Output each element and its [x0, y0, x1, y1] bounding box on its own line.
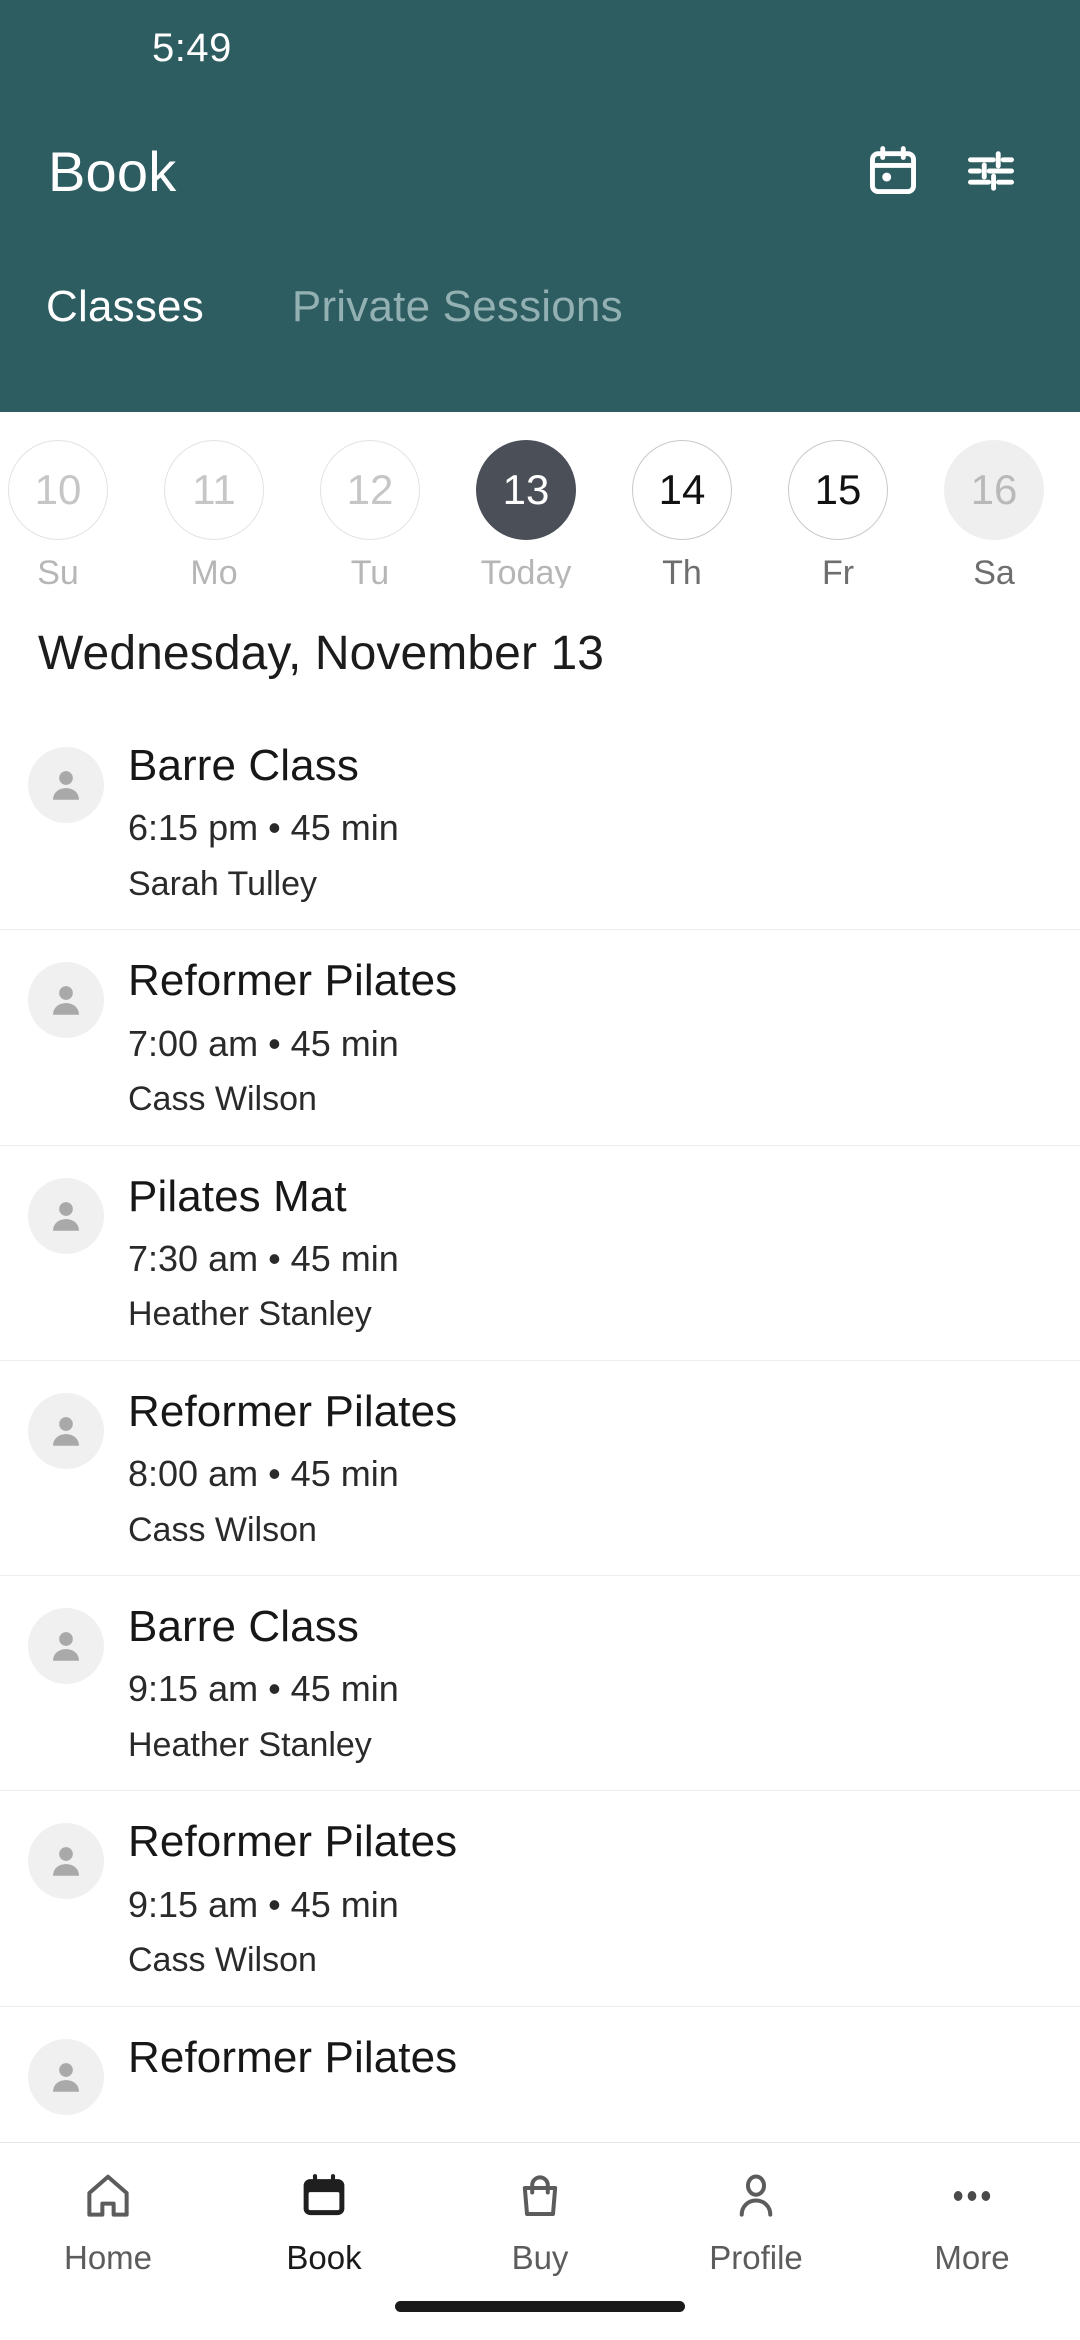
bag-icon	[514, 2165, 566, 2227]
date-chip-label: Su	[37, 554, 79, 588]
nav-item-home[interactable]: Home	[0, 2165, 216, 2277]
class-list[interactable]: Barre Class 6:15 pm • 45 min Sarah Tulle…	[0, 715, 1080, 2142]
class-instructor: Heather Stanley	[128, 1295, 372, 1334]
class-info: Barre Class 9:15 am • 45 min Heather Sta…	[128, 1602, 399, 1764]
date-chip-number: 12	[320, 440, 420, 540]
instructor-avatar	[28, 747, 104, 823]
class-list-item[interactable]: Pilates Mat 7:30 am • 45 min Heather Sta…	[0, 1146, 1080, 1361]
instructor-avatar	[28, 1392, 104, 1469]
more-icon	[946, 2165, 998, 2227]
class-time-duration: 8:00 am • 45 min	[128, 1453, 399, 1495]
class-info: Reformer Pilates 8:00 am • 45 min Cass W…	[128, 1387, 457, 1549]
header-tabs: Classes Private Sessions	[0, 246, 1080, 366]
nav-item-label: Book	[286, 2239, 362, 2276]
date-chip-number: 11	[164, 440, 264, 540]
class-instructor: Cass Wilson	[128, 1080, 317, 1119]
instructor-avatar	[28, 1608, 104, 1684]
instructor-avatar	[28, 962, 104, 1039]
nav-item-label: Buy	[511, 2239, 569, 2276]
instructor-avatar	[28, 1823, 104, 1900]
class-info: Barre Class 6:15 pm • 45 min Sarah Tulle…	[128, 741, 399, 903]
class-info: Pilates Mat 7:30 am • 45 min Heather Sta…	[128, 1172, 399, 1334]
class-time-duration: 9:15 am • 45 min	[128, 1668, 399, 1710]
status-bar: 5:49	[0, 0, 1080, 96]
class-time-duration: 7:30 am • 45 min	[128, 1237, 399, 1279]
class-list-item[interactable]: Reformer Pilates 9:15 am • 45 min Cass W…	[0, 1791, 1080, 2007]
date-chip-label: Tu	[350, 554, 390, 588]
date-chip-number: 14	[632, 440, 732, 540]
status-bar-clock: 5:49	[152, 25, 232, 70]
class-info: Reformer Pilates	[128, 2033, 457, 2082]
date-chip-label: Sa	[973, 554, 1015, 588]
class-instructor: Cass Wilson	[128, 1510, 317, 1549]
date-chip-number: 16	[944, 440, 1044, 540]
class-time-duration: 6:15 pm • 45 min	[128, 807, 399, 849]
date-chip-label: Mo	[190, 554, 238, 588]
class-instructor: Cass Wilson	[128, 1941, 317, 1980]
class-info: Reformer Pilates 9:15 am • 45 min Cass W…	[128, 1817, 457, 1979]
date-chip-label: Th	[662, 554, 702, 588]
nav-item-profile[interactable]: Profile	[648, 2165, 864, 2277]
date-chip-number: 15	[788, 440, 888, 540]
class-list-item[interactable]: Barre Class 6:15 pm • 45 min Sarah Tulle…	[0, 715, 1080, 931]
class-title: Reformer Pilates	[128, 1817, 458, 1867]
instructor-avatar	[28, 2038, 104, 2115]
class-list-item[interactable]: Reformer Pilates 8:00 am • 45 min Cass W…	[0, 1361, 1080, 1576]
date-chip-number: 10	[8, 440, 108, 540]
tab-private-sessions[interactable]: Private Sessions	[276, 282, 639, 366]
date-chip-10[interactable]: 10 Su	[6, 440, 110, 588]
home-icon	[82, 2165, 134, 2227]
filter-icon[interactable]	[960, 140, 1022, 202]
home-indicator	[395, 2301, 685, 2312]
page-title: Book	[48, 139, 177, 203]
class-info: Reformer Pilates 7:00 am • 45 min Cass W…	[128, 956, 457, 1118]
nav-item-buy[interactable]: Buy	[432, 2165, 648, 2277]
nav-item-more[interactable]: More	[864, 2165, 1080, 2277]
nav-item-label: Home	[63, 2239, 153, 2276]
date-chip-label: Today	[480, 554, 572, 588]
class-list-item[interactable]: Barre Class 9:15 am • 45 min Heather Sta…	[0, 1576, 1080, 1792]
app-bar: Book	[0, 96, 1080, 246]
class-time-duration: 9:15 am • 45 min	[128, 1883, 399, 1925]
class-time-duration: 7:00 am • 45 min	[128, 1022, 399, 1064]
app-bar-actions	[862, 140, 1032, 202]
class-title: Reformer Pilates	[128, 956, 458, 1006]
person-icon	[730, 2165, 782, 2227]
class-title: Reformer Pilates	[128, 2032, 458, 2082]
date-chip-11[interactable]: 11 Mo	[162, 440, 266, 588]
class-instructor: Sarah Tulley	[128, 864, 317, 903]
class-title: Reformer Pilates	[128, 1386, 458, 1436]
nav-item-label: More	[934, 2239, 1010, 2276]
class-title: Pilates Mat	[128, 1171, 347, 1221]
class-list-item-partial[interactable]: Reformer Pilates	[0, 2007, 1080, 2143]
date-chip-12[interactable]: 12 Tu	[318, 440, 422, 588]
date-chip-15[interactable]: 15 Fr	[786, 440, 890, 588]
date-chip-number: 13	[476, 440, 576, 540]
nav-item-book[interactable]: Book	[216, 2165, 432, 2277]
app-screen: 5:49 Book Classes Private Sessions 10 Su…	[0, 0, 1080, 2340]
date-strip[interactable]: 10 Su 11 Mo 12 Tu 13 Today 14 Th 15 Fr 1…	[0, 412, 1080, 588]
class-title: Barre Class	[128, 1602, 359, 1651]
instructor-avatar	[28, 1177, 104, 1254]
class-instructor: Heather Stanley	[128, 1725, 372, 1764]
date-chip-label: Fr	[821, 554, 855, 588]
class-title: Barre Class	[128, 741, 359, 790]
tab-classes[interactable]: Classes	[30, 282, 220, 366]
date-chip-14[interactable]: 14 Th	[630, 440, 734, 588]
calendar-icon[interactable]	[862, 140, 924, 202]
class-list-item[interactable]: Reformer Pilates 7:00 am • 45 min Cass W…	[0, 930, 1080, 1146]
app-header: 5:49 Book Classes Private Sessions	[0, 0, 1080, 412]
date-chip-13-selected[interactable]: 13 Today	[474, 440, 578, 588]
nav-item-label: Profile	[709, 2239, 803, 2276]
calendar-icon	[298, 2165, 350, 2227]
selected-date-heading: Wednesday, November 13	[38, 627, 605, 680]
date-chip-16[interactable]: 16 Sa	[942, 440, 1046, 588]
